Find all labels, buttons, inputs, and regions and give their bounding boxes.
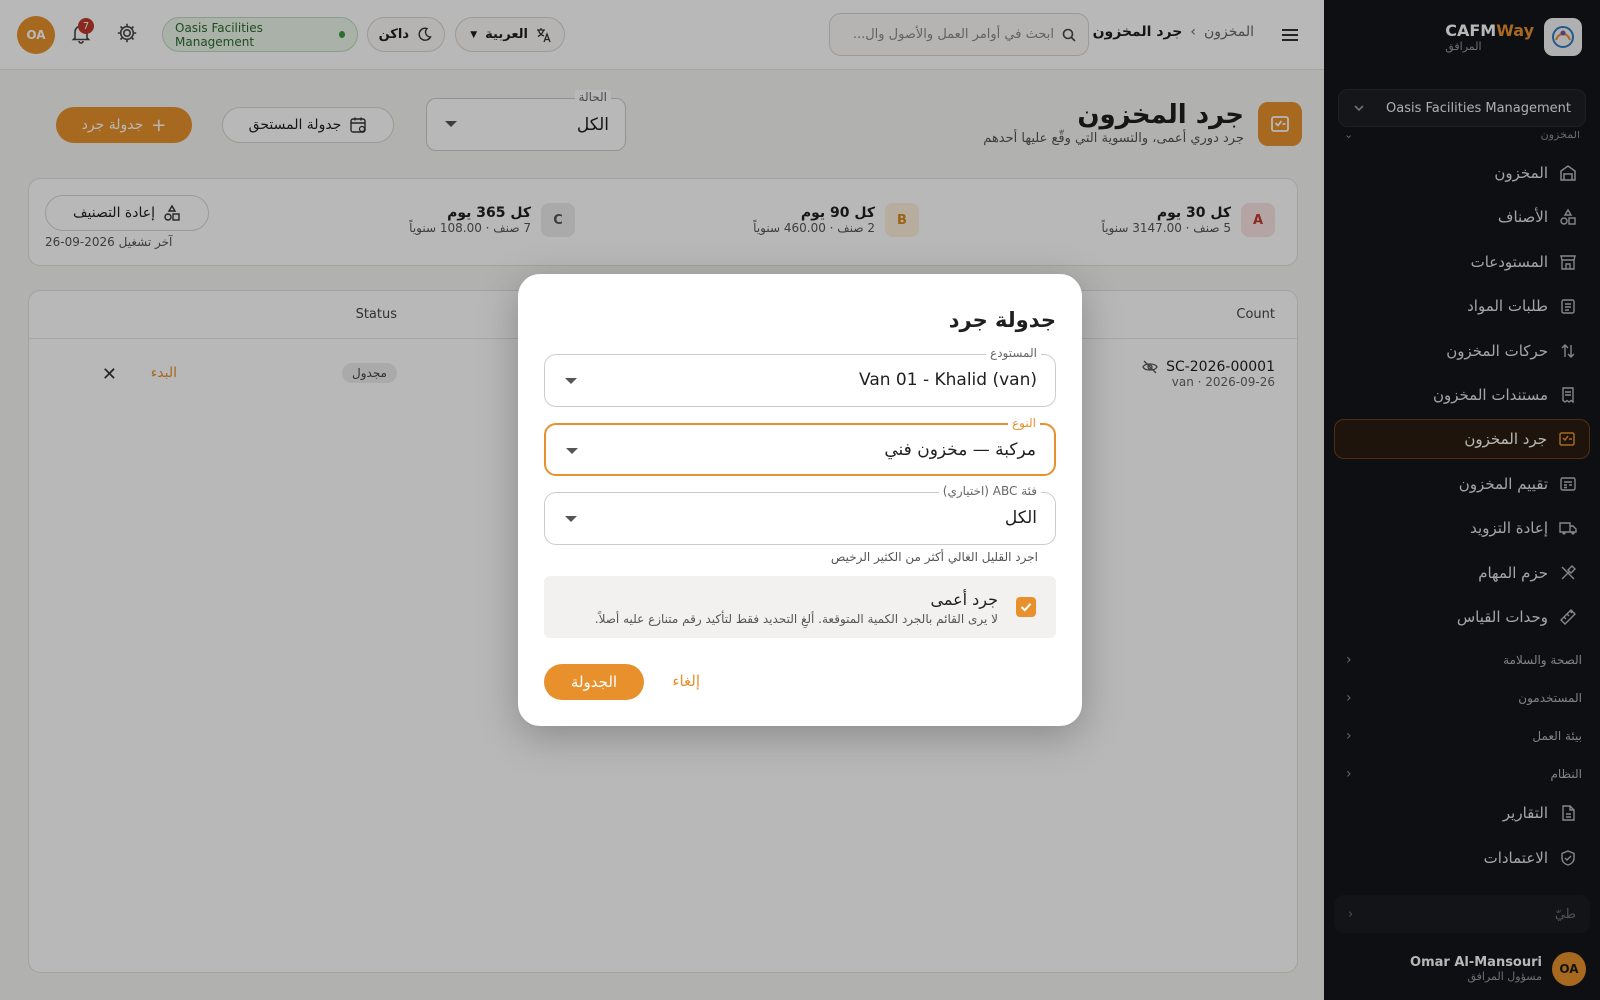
abc-class-helper: اجرد القليل الغالي أكثر من الكثير الرخيص: [830, 550, 1038, 564]
cancel-button[interactable]: إلغاء: [672, 672, 700, 690]
check-icon: [1019, 600, 1033, 614]
caret-down-icon: [566, 448, 578, 454]
submit-schedule-button[interactable]: الجدولة: [544, 664, 644, 700]
abc-class-value: الكل: [1004, 508, 1037, 528]
abc-class-label: فئة ABC (اختياري): [938, 484, 1041, 498]
caret-down-icon: [565, 516, 577, 522]
warehouse-select[interactable]: المستودع Van 01 - Khalid (van): [544, 346, 1056, 407]
type-select[interactable]: النوع مركبة — مخزون فني: [544, 416, 1056, 476]
abc-class-select[interactable]: فئة ABC (اختياري) الكل: [544, 484, 1056, 545]
dialog-title: جدولة جرد: [948, 308, 1056, 332]
blind-count-option: جرد أعمى لا يرى القائم بالجرد الكمية الم…: [544, 576, 1056, 638]
type-label: النوع: [1008, 416, 1040, 430]
schedule-count-dialog: جدولة جرد المستودع Van 01 - Khalid (van)…: [518, 274, 1082, 726]
warehouse-value: Van 01 - Khalid (van): [859, 370, 1037, 390]
blind-count-title: جرد أعمى: [930, 590, 998, 609]
blind-count-description: لا يرى القائم بالجرد الكمية المتوقعة. أل…: [594, 612, 998, 626]
warehouse-label: المستودع: [986, 346, 1041, 360]
blind-count-checkbox[interactable]: [1016, 597, 1036, 617]
type-value: مركبة — مخزون فني: [884, 440, 1036, 460]
caret-down-icon: [565, 378, 577, 384]
